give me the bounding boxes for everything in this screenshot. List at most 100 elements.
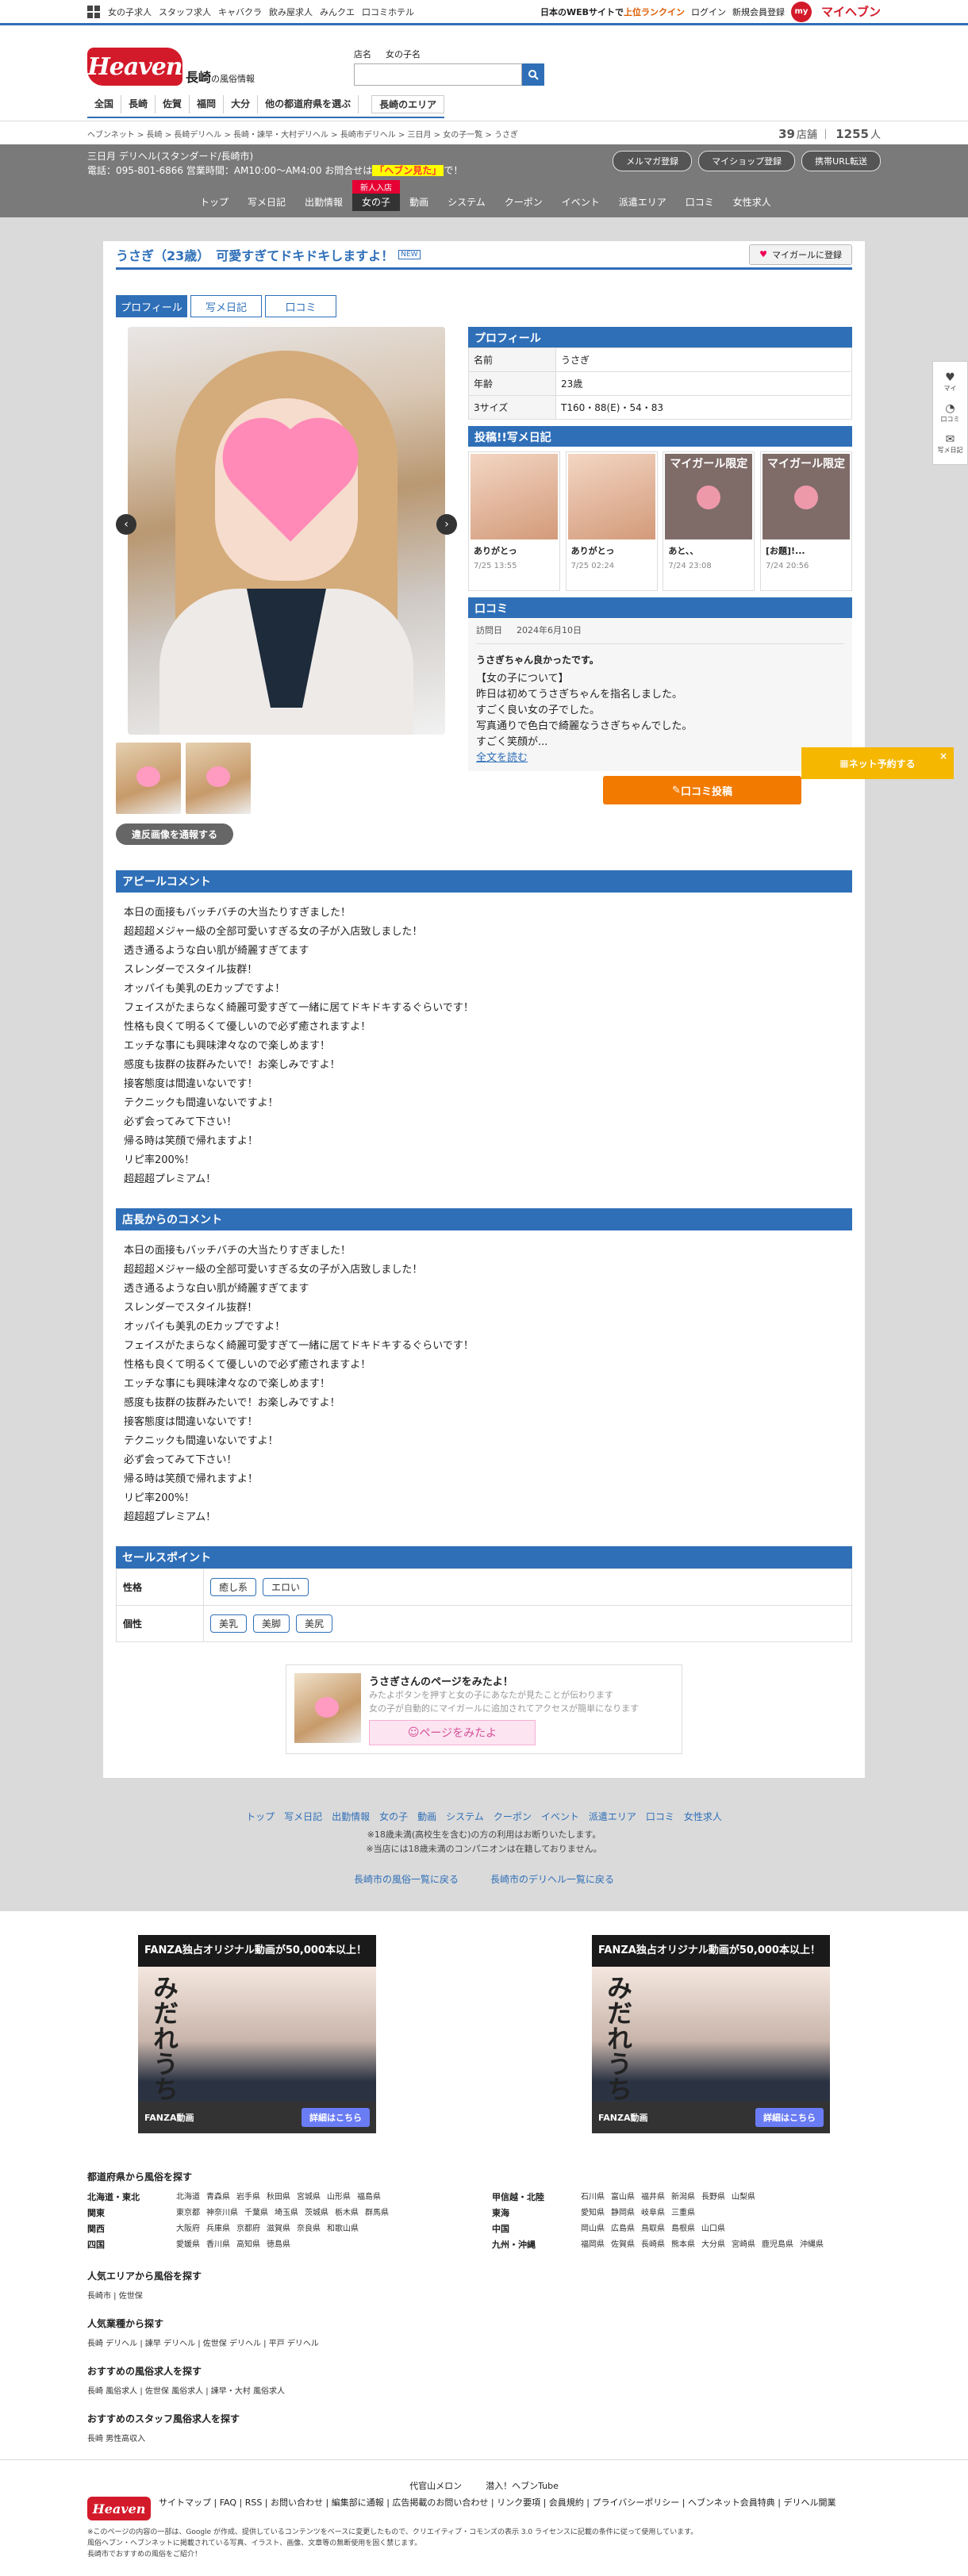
login-link[interactable]: ログイン (691, 6, 726, 18)
ad-banner[interactable]: FANZA独占オリジナル動画が50,000本以上！ みだれうち FANZA動画 詳細は… (592, 1935, 830, 2133)
report-image-button[interactable]: 違反画像を通報する (116, 823, 234, 845)
shop-nav-system[interactable]: システム (438, 193, 495, 211)
top-link-cabaret[interactable]: キャバクラ (218, 7, 262, 17)
melon-link[interactable]: 代官山メロン (409, 2481, 462, 2491)
footer-logo[interactable]: Heaven (87, 2497, 151, 2520)
mailmag-button[interactable]: メルマガ登録 (613, 151, 693, 171)
top-link-minque[interactable]: みんクエ (320, 7, 355, 17)
chip[interactable]: 美乳 (210, 1614, 248, 1633)
prefecture-link[interactable]: 高知県 (236, 2240, 260, 2249)
gnav-saga[interactable]: 佐賀 (156, 95, 190, 113)
popular-type-links[interactable]: 長崎 デリヘル | 諫早 デリヘル | 佐世保 デリヘル | 平戸 デリヘル (87, 2336, 881, 2348)
recruit-links[interactable]: 長崎 風俗求人 | 佐世保 風俗求人 | 諫早・大村 風俗求人 (87, 2384, 881, 2396)
prefecture-link[interactable]: 鹿児島県 (762, 2240, 793, 2249)
top-link-hotel[interactable]: 口コミホテル (362, 7, 414, 17)
area-button[interactable]: 長崎のエリア (371, 95, 445, 113)
prefecture-link[interactable]: 香川県 (206, 2240, 230, 2249)
prefecture-link[interactable]: 福島県 (357, 2193, 381, 2202)
prefecture-link[interactable]: 滋賀県 (267, 2225, 290, 2233)
menu-grid-icon[interactable] (87, 5, 100, 18)
gnav-other[interactable]: 他の都道府県を選ぶ (258, 95, 359, 113)
diary-item[interactable]: マイガール限定 あと、、 7/24 23:08 (663, 451, 755, 591)
shop-nav-video[interactable]: 動画 (400, 193, 438, 211)
fnav-system[interactable]: システム (446, 1811, 484, 1822)
prefecture-link[interactable]: 富山県 (611, 2193, 635, 2202)
tab-diary[interactable]: 写メ日記 (190, 295, 262, 317)
side-my[interactable]: ♥ マイ (944, 371, 957, 393)
next-arrow-icon[interactable]: › (436, 514, 457, 535)
gnav-oita[interactable]: 大分 (224, 95, 259, 113)
prefecture-link[interactable]: 島根県 (671, 2225, 695, 2233)
myshop-button[interactable]: マイショップ登録 (698, 151, 796, 171)
prefecture-link[interactable]: 奈良県 (297, 2225, 321, 2233)
gnav-nagasaki[interactable]: 長崎 (121, 95, 156, 113)
gnav-fukuoka[interactable]: 福岡 (190, 95, 225, 113)
prefecture-link[interactable]: 岩手県 (236, 2193, 260, 2202)
shop-nav-event[interactable]: イベント (552, 193, 609, 211)
breadcrumb-path[interactable]: ヘブンネット > 長崎 > 長崎デリヘル > 長崎・諫早・大村デリヘル > 長崎… (87, 128, 518, 140)
back-deli-link[interactable]: 長崎市のデリヘル一覧に戻る (490, 1874, 614, 1885)
side-review[interactable]: ◔ 口コミ (941, 402, 960, 424)
prefecture-link[interactable]: 静岡県 (611, 2209, 635, 2217)
prefecture-link[interactable]: 山形県 (327, 2193, 351, 2202)
diary-item[interactable]: ありがとっ 7/25 02:24 (565, 451, 658, 591)
search-button[interactable] (522, 63, 544, 86)
prefecture-link[interactable]: 神奈川県 (206, 2209, 238, 2217)
shop-nav-recruit[interactable]: 女性求人 (724, 193, 781, 211)
prefecture-link[interactable]: 岡山県 (581, 2225, 605, 2233)
close-icon[interactable]: × (939, 751, 947, 762)
chip[interactable]: 美脚 (253, 1614, 290, 1633)
prefecture-link[interactable]: 和歌山県 (327, 2225, 359, 2233)
my-heaven-button[interactable]: my マイヘブン (790, 1, 881, 22)
footer-links-list[interactable]: サイトマップ | FAQ | RSS | お問い合わせ | 編集部に通報 | 広… (159, 2497, 835, 2520)
photo-thumb[interactable] (186, 743, 251, 814)
shop-nav-diary[interactable]: 写メ日記 (238, 193, 295, 211)
prefecture-link[interactable]: 東京都 (176, 2209, 200, 2217)
search-tab-shop[interactable]: 店名 (354, 48, 371, 60)
prefecture-link[interactable]: 三重県 (671, 2209, 695, 2217)
side-diary[interactable]: ✉ 写メ日記 (938, 433, 963, 455)
prefecture-link[interactable]: 岐阜県 (641, 2209, 665, 2217)
prefecture-link[interactable]: 愛媛県 (176, 2240, 200, 2249)
fnav-girls[interactable]: 女の子 (379, 1811, 408, 1822)
prefecture-link[interactable]: 徳島県 (267, 2240, 290, 2249)
top-link-girls-job[interactable]: 女の子求人 (108, 7, 152, 17)
prefecture-link[interactable]: 大阪府 (176, 2225, 200, 2233)
fnav-recruit[interactable]: 女性求人 (684, 1811, 722, 1822)
prefecture-link[interactable]: 福井県 (641, 2193, 665, 2202)
prefecture-link[interactable]: 大分県 (701, 2240, 725, 2249)
shop-nav-review[interactable]: 口コミ (676, 193, 724, 211)
prefecture-link[interactable]: 群馬県 (365, 2209, 389, 2217)
diary-item[interactable]: ありがとっ 7/25 13:55 (468, 451, 560, 591)
staff-recruit-links[interactable]: 長崎 男性高収入 (87, 2432, 881, 2444)
prefecture-link[interactable]: 宮崎県 (732, 2240, 755, 2249)
tab-review[interactable]: 口コミ (265, 295, 336, 317)
top-link-staff-job[interactable]: スタッフ求人 (159, 7, 211, 17)
photo-thumb[interactable] (116, 743, 181, 814)
prefecture-link[interactable]: 北海道 (176, 2193, 200, 2202)
back-fuzoku-link[interactable]: 長崎市の風俗一覧に戻る (354, 1874, 459, 1885)
chip[interactable]: 美尻 (296, 1614, 333, 1633)
site-logo[interactable]: Heaven 長崎の風俗情報 (87, 48, 255, 86)
prefecture-link[interactable]: 京都府 (236, 2225, 260, 2233)
net-reserve-button[interactable]: ▦ ネット予約する × (801, 747, 954, 779)
prev-arrow-icon[interactable]: ‹ (116, 514, 136, 535)
my-girl-register-button[interactable]: ♥ マイガールに登録 (749, 244, 852, 265)
prefecture-link[interactable]: 広島県 (611, 2225, 635, 2233)
prefecture-link[interactable]: 栃木県 (335, 2209, 359, 2217)
read-more-link[interactable]: 全文を読む (476, 752, 528, 764)
mitayo-button[interactable]: ☺ ページをみたよ (369, 1720, 536, 1745)
fnav-area[interactable]: 派遣エリア (589, 1811, 636, 1822)
prefecture-link[interactable]: 千葉県 (244, 2209, 268, 2217)
prefecture-link[interactable]: 山口県 (701, 2225, 725, 2233)
fnav-top[interactable]: トップ (246, 1811, 275, 1822)
fnav-review[interactable]: 口コミ (646, 1811, 674, 1822)
fnav-diary[interactable]: 写メ日記 (284, 1811, 322, 1822)
prefecture-link[interactable]: 新潟県 (671, 2193, 695, 2202)
gnav-all[interactable]: 全国 (87, 95, 122, 113)
fnav-coupon[interactable]: クーポン (494, 1811, 532, 1822)
search-tab-girl[interactable]: 女の子名 (386, 48, 421, 60)
prefecture-link[interactable]: 佐賀県 (611, 2240, 635, 2249)
review-post-button[interactable]: ✎ 口コミ投稿 (603, 776, 801, 804)
prefecture-link[interactable]: 山梨県 (732, 2193, 755, 2202)
